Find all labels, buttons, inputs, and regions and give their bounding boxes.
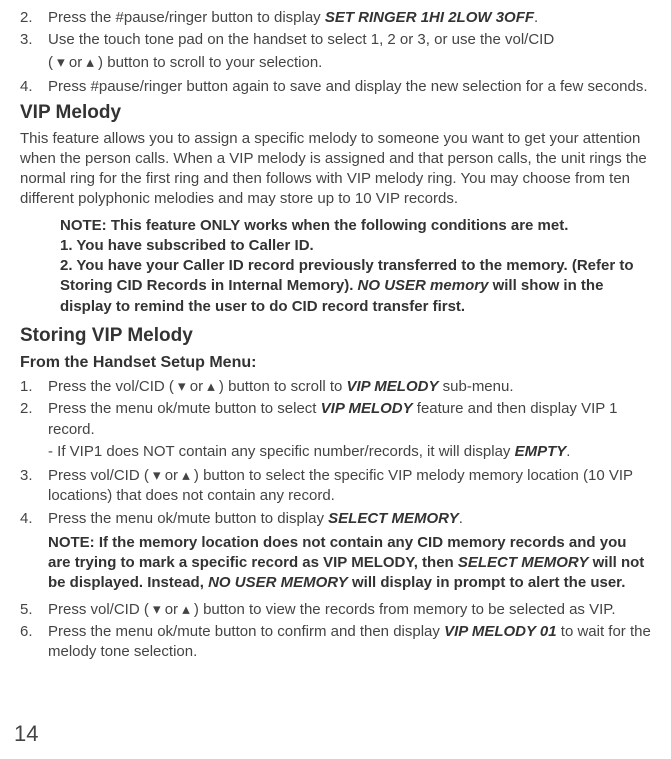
step-4: 4. Press #pause/ringer button again to s…: [20, 77, 663, 97]
note-line1: NOTE: This feature ONLY works when the f…: [60, 216, 643, 236]
step-3-num: 3.: [20, 30, 48, 50]
store-step-2-text: Press the menu ok/mute button to select …: [48, 399, 663, 440]
step-2-num: 2.: [20, 8, 48, 28]
store-step-3: 3. Press vol/CID ( ▾ or ▴ ) button to se…: [20, 466, 663, 507]
store-step-3-text: Press vol/CID ( ▾ or ▴ ) button to selec…: [48, 466, 663, 507]
store-step-2-sub-a: - If VIP1 does NOT contain any specific …: [48, 443, 515, 460]
step-4-num: 4.: [20, 77, 48, 97]
store-step-1-b: VIP MELODY: [347, 378, 439, 395]
store-step-1-num: 1.: [20, 377, 48, 397]
store-step-5-text: Press vol/CID ( ▾ or ▴ ) button to view …: [48, 600, 663, 620]
heading-storing-vip: Storing VIP Melody: [20, 323, 663, 349]
store-step-5-num: 5.: [20, 600, 48, 620]
heading-vip-melody: VIP Melody: [20, 100, 663, 126]
note2-e: will display in prompt to alert the user…: [348, 574, 626, 591]
store-step-6-text: Press the menu ok/mute button to confirm…: [48, 622, 663, 663]
store-step-6-num: 6.: [20, 622, 48, 663]
subhead-handset-menu: From the Handset Setup Menu:: [20, 352, 663, 374]
store-step-5: 5. Press vol/CID ( ▾ or ▴ ) button to vi…: [20, 600, 663, 620]
store-step-2-b: VIP MELODY: [321, 400, 413, 417]
note-select-memory: NOTE: If the memory location does not co…: [48, 533, 648, 594]
step-3-sub: ( ▾ or ▴ ) button to scroll to your sele…: [48, 53, 663, 73]
note-line3: 2. You have your Caller ID record previo…: [60, 256, 643, 317]
step-4-text: Press #pause/ringer button again to save…: [48, 77, 663, 97]
note-line2: 1. You have subscribed to Caller ID.: [60, 236, 643, 256]
store-step-4-num: 4.: [20, 509, 48, 529]
store-step-4-text: Press the menu ok/mute button to display…: [48, 509, 663, 529]
store-step-4: 4. Press the menu ok/mute button to disp…: [20, 509, 663, 529]
store-step-2-num: 2.: [20, 399, 48, 440]
store-step-1-a: Press the vol/CID ( ▾ or ▴ ) button to s…: [48, 378, 347, 395]
store-step-6: 6. Press the menu ok/mute button to conf…: [20, 622, 663, 663]
store-step-3-num: 3.: [20, 466, 48, 507]
step-2-text-b: SET RINGER 1HI 2LOW 3OFF: [325, 9, 534, 26]
note-line3-b: NO USER memory: [358, 277, 489, 294]
store-step-6-b: VIP MELODY 01: [444, 623, 557, 640]
store-step-2-a: Press the menu ok/mute button to select: [48, 400, 321, 417]
store-step-4-a: Press the menu ok/mute button to display: [48, 510, 328, 527]
note-conditions: NOTE: This feature ONLY works when the f…: [60, 216, 643, 317]
note2-d: NO USER MEMORY: [208, 574, 348, 591]
paragraph-vip-melody: This feature allows you to assign a spec…: [20, 129, 663, 210]
store-step-1: 1. Press the vol/CID ( ▾ or ▴ ) button t…: [20, 377, 663, 397]
store-step-2-sub: - If VIP1 does NOT contain any specific …: [48, 442, 663, 462]
store-step-2-sub-b: EMPTY: [515, 443, 567, 460]
store-step-1-text: Press the vol/CID ( ▾ or ▴ ) button to s…: [48, 377, 663, 397]
store-step-6-a: Press the menu ok/mute button to confirm…: [48, 623, 444, 640]
store-step-1-c: sub-menu.: [438, 378, 513, 395]
step-2-text-c: .: [534, 9, 538, 26]
step-3: 3. Use the touch tone pad on the handset…: [20, 30, 663, 50]
store-step-4-b: SELECT MEMORY: [328, 510, 459, 527]
store-step-2-sub-c: .: [566, 443, 570, 460]
step-2: 2. Press the #pause/ringer button to dis…: [20, 8, 663, 28]
page-number: 14: [14, 719, 38, 749]
store-step-2: 2. Press the menu ok/mute button to sele…: [20, 399, 663, 440]
step-2-text: Press the #pause/ringer button to displa…: [48, 8, 663, 28]
store-step-4-c: .: [459, 510, 463, 527]
step-3-text: Use the touch tone pad on the handset to…: [48, 30, 663, 50]
step-2-text-a: Press the #pause/ringer button to displa…: [48, 9, 325, 26]
note2-b: SELECT MEMORY: [458, 554, 589, 571]
